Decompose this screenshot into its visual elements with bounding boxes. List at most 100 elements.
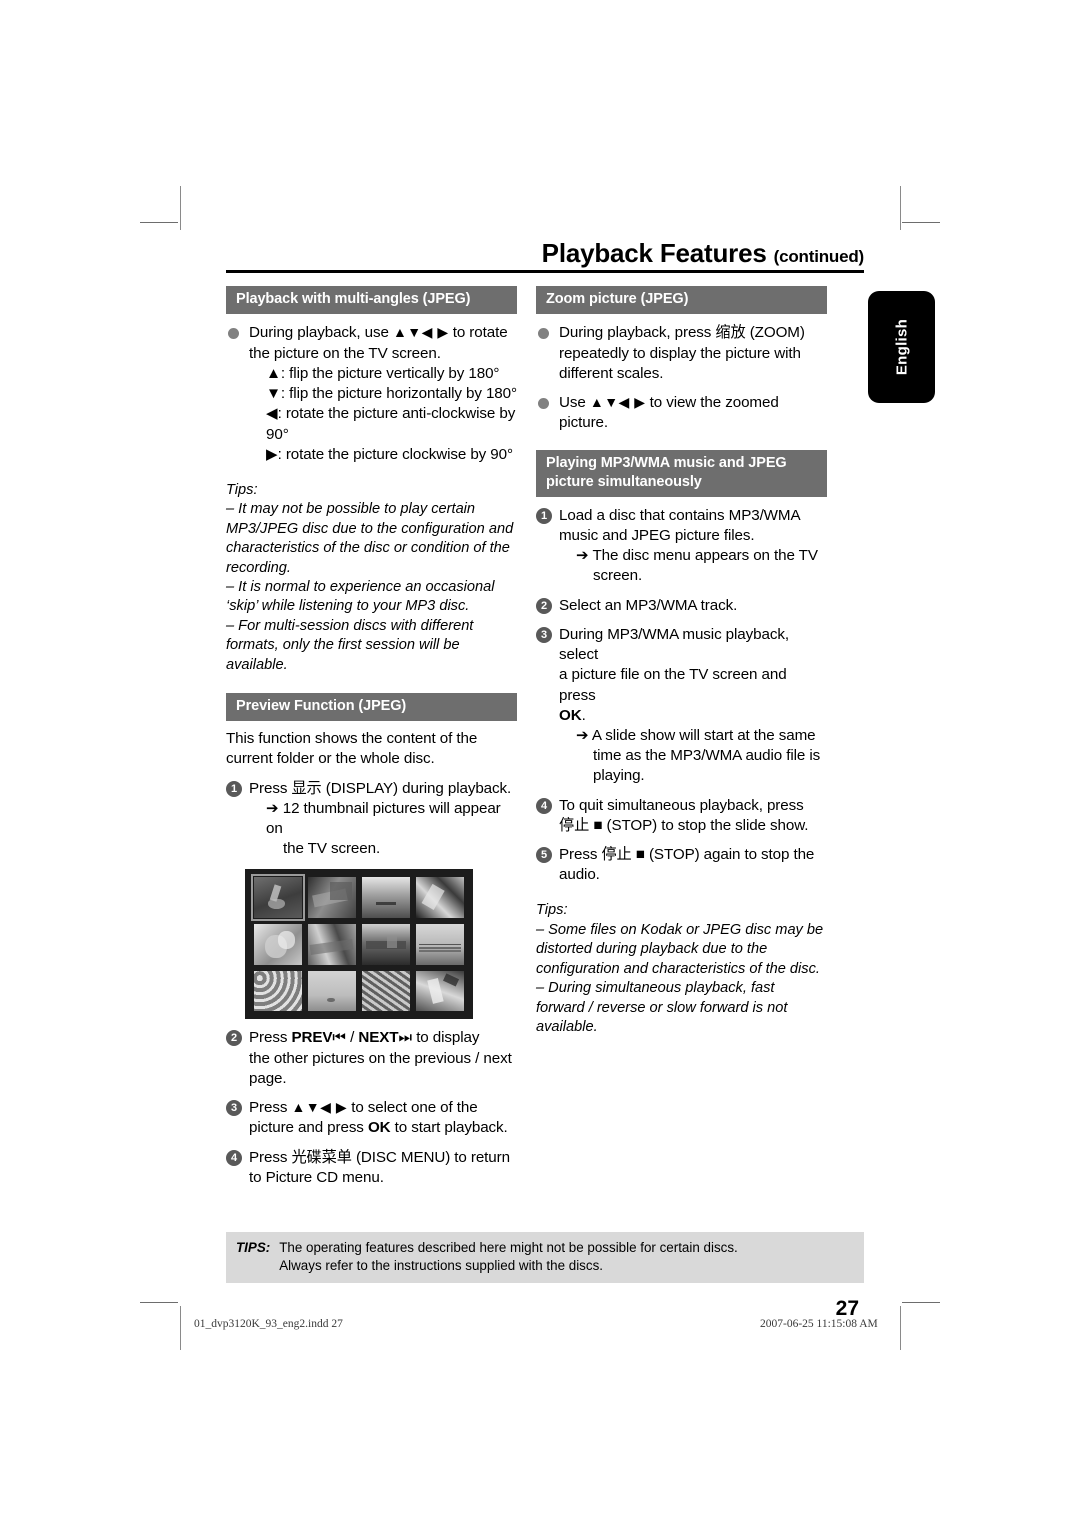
step-result: ➔ 12 thumbnail pictures will appear on t… xyxy=(249,799,517,860)
direction-key-details: ▲: flip the picture vertically by 180° ▼… xyxy=(249,364,517,465)
step-number-badge: 2 xyxy=(226,1030,242,1047)
page-title-main: Playback Features xyxy=(541,238,767,268)
tips-label: Tips: xyxy=(226,481,258,498)
result-line: ➔ The disc menu appears on the TV xyxy=(576,547,818,565)
numbered-step: 4 To quit simultaneous playback, press 停… xyxy=(536,796,827,836)
text: / xyxy=(350,1029,355,1047)
numbered-step: 2 Press PREV⏮ / NEXT⏭ to display the oth… xyxy=(226,1028,517,1089)
ok-button-label: OK xyxy=(559,706,582,724)
numbered-step: 3 During MP3/WMA music playback, select … xyxy=(536,625,827,787)
direction-keys-icon: ▲▼◀ ▶ xyxy=(291,1099,348,1116)
footer-tips-box: TIPS: The operating features described h… xyxy=(226,1231,864,1284)
print-slug-timestamp: 2007-06-25 11:15:08 AM xyxy=(760,1318,878,1330)
section-heading-zoom-picture: Zoom picture (JPEG) xyxy=(536,286,827,315)
text: the other pictures on the previous / nex… xyxy=(249,1049,512,1067)
footer-tips-line-1: The operating features described here mi… xyxy=(279,1239,738,1255)
thumbnail-item[interactable] xyxy=(416,877,464,919)
step-number-badge: 3 xyxy=(226,1100,242,1117)
thumbnail-item[interactable] xyxy=(362,924,410,965)
crop-mark-bottom-left-horizontal xyxy=(140,1302,178,1303)
section-heading-simultaneous-playback: Playing MP3/WMA music and JPEG picture s… xyxy=(536,449,827,497)
text: To quit simultaneous playback, press xyxy=(559,796,804,814)
text: to display xyxy=(416,1029,480,1047)
direction-keys-icon: ▲▼◀ ▶ xyxy=(392,324,449,341)
text: (STOP) to stop the slide show. xyxy=(606,816,809,834)
numbered-step: 5 Press 停止 ■ (STOP) again to stop the au… xyxy=(536,845,827,885)
text: to Picture CD menu. xyxy=(249,1168,384,1186)
crop-mark-bottom-left-vertical xyxy=(180,1306,181,1350)
detail-up-key: ▲: flip the picture vertically by 180° xyxy=(266,364,500,382)
page-title: Playback Features (continued) xyxy=(226,238,865,270)
numbered-step: 1 Press 显示 (DISPLAY) during playback. ➔ … xyxy=(226,779,517,860)
step-number-badge: 4 xyxy=(226,1149,242,1166)
text: picture and press xyxy=(249,1119,364,1137)
detail-down-key: ▼: flip the picture horizontally by 180° xyxy=(266,385,517,403)
simultaneous-body: 1 Load a disc that contains MP3/WMA musi… xyxy=(536,506,827,886)
numbered-step: 1 Load a disc that contains MP3/WMA musi… xyxy=(536,506,827,587)
preview-intro: This function shows the content of the c… xyxy=(226,730,478,768)
text: (ZOOM) xyxy=(749,324,805,342)
bullet-item: During playback, press 缩放 (ZOOM) repeate… xyxy=(536,323,827,384)
result-line: screen. xyxy=(593,567,643,585)
text: Load a disc that contains MP3/WMA xyxy=(559,506,801,524)
result-line: ➔ A slide show will start at the same xyxy=(576,726,816,744)
bullet-dot-icon xyxy=(228,328,239,340)
manual-page: Playback Features (continued) Playback w… xyxy=(226,238,865,1321)
thumbnail-item[interactable] xyxy=(251,874,305,922)
footer-tips-line-2: Always refer to the instructions supplie… xyxy=(279,1258,603,1274)
bullet-dot-icon xyxy=(538,398,549,410)
footer-tips-text: The operating features described here mi… xyxy=(279,1239,738,1275)
step-result: ➔ The disc menu appears on the TV screen… xyxy=(559,546,827,586)
thumbnail-item[interactable] xyxy=(308,970,356,1012)
prev-icon: ⏮ xyxy=(332,1029,346,1047)
numbered-step: 4 Press 光碟菜单 (DISC MENU) to return to Pi… xyxy=(226,1148,517,1188)
thumbnail-item[interactable] xyxy=(254,924,302,965)
right-column: Zoom picture (JPEG) During playback, pre… xyxy=(536,286,827,1037)
stop-icon: ■ xyxy=(593,816,603,834)
text: Use xyxy=(559,394,586,412)
text: page. xyxy=(249,1069,287,1087)
thumbnail-item[interactable] xyxy=(416,924,464,965)
text: Press xyxy=(249,1029,288,1047)
tip-item: – It may not be possible to play certain… xyxy=(226,501,514,576)
text: (DISPLAY) during playback. xyxy=(325,779,512,797)
text: different scales. xyxy=(559,364,664,382)
text: . xyxy=(581,706,586,724)
section-heading-preview: Preview Function (JPEG) xyxy=(226,693,517,722)
cjk-button-label: 停止 xyxy=(559,816,590,834)
cjk-button-label: 光碟菜单 xyxy=(291,1148,352,1166)
step-number-badge: 3 xyxy=(536,626,552,643)
step-number-badge: 1 xyxy=(226,780,242,797)
thumbnail-item[interactable] xyxy=(362,877,410,919)
text: to select one of the xyxy=(351,1099,478,1117)
page-title-continued: (continued) xyxy=(773,247,865,266)
zoom-body: During playback, press 缩放 (ZOOM) repeate… xyxy=(536,323,827,433)
text: During MP3/WMA music playback, select xyxy=(559,625,789,664)
numbered-step: 2 Select an MP3/WMA track. xyxy=(536,596,827,616)
thumbnail-item[interactable] xyxy=(416,970,464,1012)
thumbnail-item[interactable] xyxy=(254,970,302,1012)
heading-line-1: Playing MP3/WMA music and JPEG xyxy=(546,454,787,471)
language-side-tab-label: English xyxy=(893,318,910,376)
thumbnail-item[interactable] xyxy=(362,970,410,1012)
text: picture. xyxy=(559,414,609,432)
text: to view the zoomed xyxy=(649,394,779,412)
tip-item: – During simultaneous playback, fast for… xyxy=(536,980,788,1035)
jpeg-thumbnail-preview-screenshot xyxy=(245,869,473,1020)
right-tips-block: Tips: – Some files on Kodak or JPEG disc… xyxy=(536,901,827,1037)
crop-mark-bottom-right-vertical xyxy=(900,1306,901,1350)
next-button-label: NEXT xyxy=(358,1029,399,1047)
tip-item: – Some files on Kodak or JPEG disc may b… xyxy=(536,921,824,977)
text: Press xyxy=(559,846,598,864)
thumbnail-item[interactable] xyxy=(308,877,356,919)
text: audio. xyxy=(559,866,600,884)
step-number-badge: 5 xyxy=(536,847,552,864)
result-line: playing. xyxy=(593,767,645,785)
thumbnail-item[interactable] xyxy=(308,924,356,965)
preview-body: This function shows the content of the c… xyxy=(226,729,517,1188)
text: Select an MP3/WMA track. xyxy=(559,596,738,614)
crop-mark-top-right-horizontal xyxy=(902,222,940,223)
two-column-layout: Playback with multi-angles (JPEG) During… xyxy=(226,286,864,1188)
result-line: time as the MP3/WMA audio file is xyxy=(593,747,821,765)
detail-left-key-cont: 90° xyxy=(266,425,289,443)
